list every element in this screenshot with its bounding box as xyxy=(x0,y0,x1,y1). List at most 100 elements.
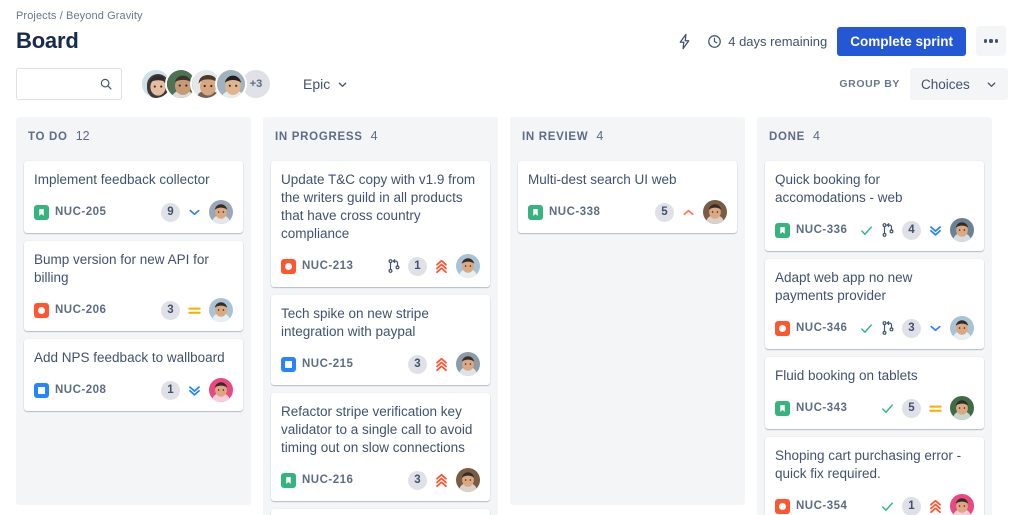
issue-summary: Multi-dest search UI web xyxy=(528,172,677,187)
dot-icon xyxy=(983,39,987,43)
story-point-estimate: 5 xyxy=(902,398,921,418)
epic-filter-button[interactable]: Epic xyxy=(294,70,357,98)
breadcrumb[interactable]: Projects / Beyond Gravity xyxy=(16,8,1008,24)
issue-key-group[interactable]: NUC-215 xyxy=(281,356,353,372)
card-footer: NUC-206 3 xyxy=(34,298,233,322)
column-count: 12 xyxy=(75,129,90,143)
issue-key: NUC-336 xyxy=(796,224,848,236)
card-footer: NUC-216 3 xyxy=(281,468,480,492)
search-input[interactable] xyxy=(25,76,99,92)
priority-lowest-icon xyxy=(187,381,202,400)
complete-sprint-button[interactable]: Complete sprint xyxy=(837,26,966,56)
card-meta: 9 xyxy=(161,200,233,224)
story-point-estimate: 1 xyxy=(161,380,180,400)
issue-key-group[interactable]: NUC-213 xyxy=(281,258,354,274)
issue-key-group[interactable]: NUC-216 xyxy=(281,472,353,488)
issue-card[interactable]: Fluid booking on tablets NUC-343 5 xyxy=(765,357,984,429)
header-actions: 4 days remaining Complete sprint xyxy=(671,26,1008,56)
assignee-avatar[interactable] xyxy=(950,316,974,340)
avatar-group[interactable]: +3 xyxy=(140,68,272,100)
assignee-avatar[interactable] xyxy=(456,352,480,376)
board-column: DONE 4 Quick booking for accomodations - w… xyxy=(757,117,992,515)
issue-key-group[interactable]: NUC-206 xyxy=(34,302,106,318)
priority-medium-icon xyxy=(187,304,202,317)
issue-type-task-icon xyxy=(34,382,49,398)
issue-card[interactable]: Add NPS feedback to wallboard NUC-208 1 xyxy=(24,339,243,411)
story-point-estimate: 3 xyxy=(161,300,180,320)
assignee-avatar[interactable] xyxy=(209,298,233,322)
assignee-avatar[interactable] xyxy=(209,378,233,402)
story-point-estimate: 3 xyxy=(902,318,921,338)
issue-key-group[interactable]: NUC-205 xyxy=(34,204,106,220)
priority-highest-icon xyxy=(434,352,449,376)
issue-summary: Bump version for new API for billing xyxy=(34,252,209,285)
card-footer: NUC-354 1 xyxy=(775,494,974,515)
chevron-down-icon xyxy=(337,79,348,90)
issue-key-group[interactable]: NUC-354 xyxy=(775,498,847,514)
issue-card[interactable]: Shoping cart purchasing error - quick fi… xyxy=(765,437,984,515)
group-by-select[interactable]: Choices xyxy=(910,68,1008,100)
column-name: DONE xyxy=(769,131,806,143)
issue-key: NUC-213 xyxy=(302,260,354,272)
issue-card[interactable]: Quick booking for accomodations - web NU… xyxy=(765,161,984,251)
issue-card[interactable]: Bump version for new API for billing NUC… xyxy=(24,241,243,331)
issue-card[interactable]: Update T&C copy with v1.9 from the write… xyxy=(271,161,490,287)
assignee-avatar[interactable] xyxy=(456,254,480,278)
issue-key: NUC-338 xyxy=(549,206,601,218)
issue-summary: Fluid booking on tablets xyxy=(775,368,918,383)
assignee-avatar[interactable] xyxy=(703,200,727,224)
issue-card[interactable]: Implement feedback collector NUC-205 9 xyxy=(24,161,243,233)
assignee-avatar[interactable] xyxy=(456,468,480,492)
card-meta: 1 xyxy=(880,494,974,515)
column-header: TO DO 12 xyxy=(24,127,243,151)
card-footer: NUC-205 9 xyxy=(34,200,233,224)
issue-type-story-icon xyxy=(281,472,296,488)
issue-card[interactable]: Adapt web app no new payments provider N… xyxy=(765,259,984,349)
days-remaining-text: 4 days remaining xyxy=(728,33,828,49)
issue-type-bug-icon xyxy=(281,258,296,274)
dot-icon xyxy=(989,39,993,43)
issue-key-group[interactable]: NUC-336 xyxy=(775,222,848,238)
group-by-label: GROUP BY xyxy=(839,78,900,90)
issue-card[interactable]: Multi-dest search UI web NUC-338 5 xyxy=(518,161,737,233)
issue-summary: Adapt web app no new payments provider xyxy=(775,270,913,303)
more-options-button[interactable] xyxy=(976,26,1006,56)
assignee-avatar[interactable] xyxy=(209,200,233,224)
column-header: IN PROGRESS 4 xyxy=(271,127,490,151)
issue-summary: Implement feedback collector xyxy=(34,172,210,187)
card-meta: 1 xyxy=(387,254,480,278)
assignee-avatar[interactable] xyxy=(950,218,974,242)
issue-card[interactable]: Change phone number field type to 'phone… xyxy=(271,509,490,515)
issue-key: NUC-346 xyxy=(796,322,848,334)
avatar[interactable] xyxy=(215,68,247,100)
card-list: Update T&C copy with v1.9 from the write… xyxy=(271,161,490,515)
column-name: IN PROGRESS xyxy=(275,131,363,143)
done-check-icon xyxy=(859,223,874,238)
issue-type-task-icon xyxy=(281,356,296,372)
assignee-avatar[interactable] xyxy=(950,494,974,515)
column-count: 4 xyxy=(370,129,378,143)
issue-key-group[interactable]: NUC-346 xyxy=(775,320,848,336)
card-list: Quick booking for accomodations - web NU… xyxy=(765,161,984,515)
assignee-avatar[interactable] xyxy=(950,396,974,420)
search-icon[interactable] xyxy=(99,77,113,91)
board-column: IN PROGRESS 4 Update T&C copy with v1.9 fr… xyxy=(263,117,498,515)
issue-key-group[interactable]: NUC-338 xyxy=(528,204,601,220)
search-box[interactable] xyxy=(16,68,122,100)
issue-key-group[interactable]: NUC-208 xyxy=(34,382,106,398)
card-list: Implement feedback collector NUC-205 9 B… xyxy=(24,161,243,411)
lightning-bolt-button[interactable] xyxy=(671,28,697,54)
issue-type-story-icon xyxy=(528,204,543,220)
priority-high-icon xyxy=(681,205,696,219)
issue-card[interactable]: Refactor stripe verification key validat… xyxy=(271,393,490,501)
card-list: Multi-dest search UI web NUC-338 5 xyxy=(518,161,737,233)
issue-key-group[interactable]: NUC-343 xyxy=(775,400,847,416)
card-meta: 3 xyxy=(408,352,480,376)
issue-card[interactable]: Tech spike on new stripe integration wit… xyxy=(271,295,490,385)
card-meta: 5 xyxy=(655,200,727,224)
chevron-down-icon xyxy=(986,79,997,90)
issue-summary: Quick booking for accomodations - web xyxy=(775,172,903,205)
board-column: TO DO 12 Implement feedback collector NUC-… xyxy=(16,117,251,505)
column-name: TO DO xyxy=(28,131,68,143)
issue-type-bug-icon xyxy=(34,302,49,318)
